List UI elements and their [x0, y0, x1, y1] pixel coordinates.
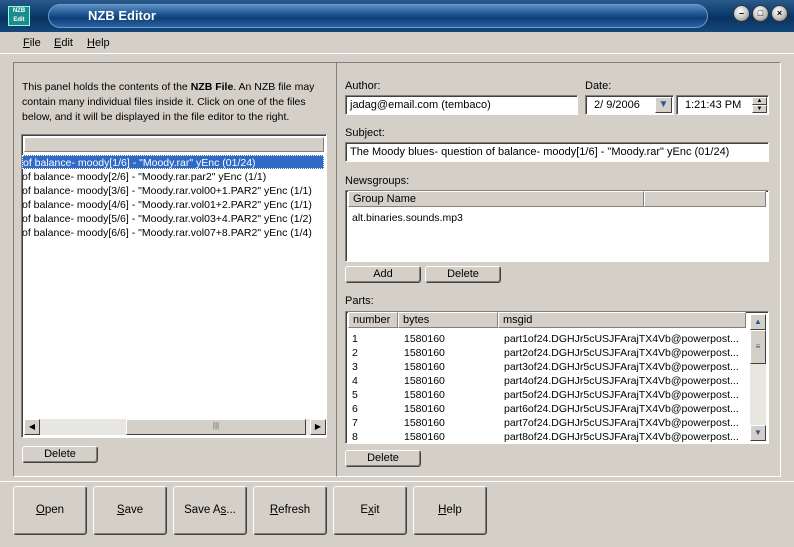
- add-newsgroup-button[interactable]: Add: [345, 266, 421, 283]
- newsgroup-item[interactable]: alt.binaries.sounds.mp3: [352, 211, 463, 225]
- menu-help[interactable]: Help: [87, 37, 110, 49]
- open-button[interactable]: Open: [13, 486, 87, 535]
- scroll-left-icon[interactable]: ◀: [24, 419, 40, 435]
- time-value: 1:21:43 PM: [685, 99, 742, 111]
- scroll-right-icon[interactable]: ▶: [310, 419, 326, 435]
- menu-file[interactable]: File: [23, 37, 41, 49]
- chevron-down-icon[interactable]: ▼: [655, 97, 672, 113]
- time-field[interactable]: 1:21:43 PM ▲ ▼: [676, 95, 769, 115]
- parts-label: Parts:: [345, 295, 374, 307]
- file-list-item[interactable]: of balance- moody[4/6] - "Moody.rar.vol0…: [22, 198, 312, 212]
- newsgroups-list[interactable]: Group Name alt.binaries.sounds.mp3: [345, 190, 769, 262]
- menu-bar: File Edit Help: [0, 32, 794, 54]
- subject-field[interactable]: The Moody blues- question of balance- mo…: [345, 142, 769, 162]
- date-label: Date:: [585, 80, 612, 92]
- file-list-header: [24, 137, 324, 152]
- group-name-header[interactable]: Group Name: [348, 191, 644, 207]
- subject-label: Subject:: [345, 127, 385, 139]
- delete-part-button[interactable]: Delete: [345, 450, 421, 467]
- spin-up-icon[interactable]: ▲: [752, 97, 767, 105]
- file-list-item[interactable]: of balance- moody[3/6] - "Moody.rar.vol0…: [22, 184, 312, 198]
- scroll-thumb[interactable]: ≡: [750, 330, 766, 364]
- refresh-button[interactable]: Refresh: [253, 486, 327, 535]
- exit-button[interactable]: Exit: [333, 486, 407, 535]
- group-extra-header: [644, 191, 766, 207]
- title-bar[interactable]: NZB Edit NZB Editor – □ ×: [0, 0, 794, 32]
- col-bytes[interactable]: bytes: [398, 312, 498, 328]
- window-controls: – □ ×: [733, 5, 788, 22]
- spin-down-icon[interactable]: ▼: [752, 105, 767, 113]
- menu-edit[interactable]: Edit: [54, 37, 73, 49]
- file-list-item[interactable]: of balance- moody[2/6] - "Moody.rar.par2…: [22, 170, 266, 184]
- file-list-item[interactable]: of balance- moody[1/6] - "Moody.rar" yEn…: [22, 155, 324, 169]
- close-icon[interactable]: ×: [771, 5, 788, 22]
- author-label: Author:: [345, 80, 381, 92]
- newsgroups-label: Newsgroups:: [345, 175, 410, 187]
- help-button[interactable]: Help: [413, 486, 487, 535]
- file-delete-button[interactable]: Delete: [22, 446, 98, 463]
- file-list[interactable]: of balance- moody[1/6] - "Moody.rar" yEn…: [21, 134, 327, 438]
- author-field[interactable]: jadag@email.com (tembaco): [345, 95, 578, 115]
- scroll-down-icon[interactable]: ▼: [750, 425, 766, 441]
- col-number[interactable]: number: [348, 312, 398, 328]
- save-as-button[interactable]: Save As...: [173, 486, 247, 535]
- save-button[interactable]: Save: [93, 486, 167, 535]
- minimize-icon[interactable]: –: [733, 5, 750, 22]
- window-title: NZB Editor: [88, 8, 156, 23]
- date-field[interactable]: 2/ 9/2006 ▼: [585, 95, 674, 115]
- file-list-item[interactable]: of balance- moody[5/6] - "Moody.rar.vol0…: [22, 212, 312, 226]
- maximize-icon[interactable]: □: [752, 5, 769, 22]
- scroll-up-icon[interactable]: ▲: [750, 314, 766, 330]
- parts-vscrollbar[interactable]: ▲ ≡ ▼: [750, 314, 766, 441]
- file-list-item[interactable]: of balance- moody[6/6] - "Moody.rar.vol0…: [22, 226, 312, 240]
- col-msgid[interactable]: msgid: [498, 312, 746, 328]
- parts-table[interactable]: number bytes msgid 1 1580160 part1of24.DGH…: [345, 311, 769, 444]
- file-list-hscrollbar[interactable]: ◀ ||| ▶: [24, 419, 326, 435]
- scroll-thumb[interactable]: |||: [126, 419, 306, 435]
- panel-description: This panel holds the contents of the NZB…: [22, 81, 315, 123]
- nzb-app-icon: NZB Edit: [8, 6, 30, 26]
- delete-newsgroup-button[interactable]: Delete: [425, 266, 501, 283]
- date-value: 2/ 9/2006: [594, 99, 640, 111]
